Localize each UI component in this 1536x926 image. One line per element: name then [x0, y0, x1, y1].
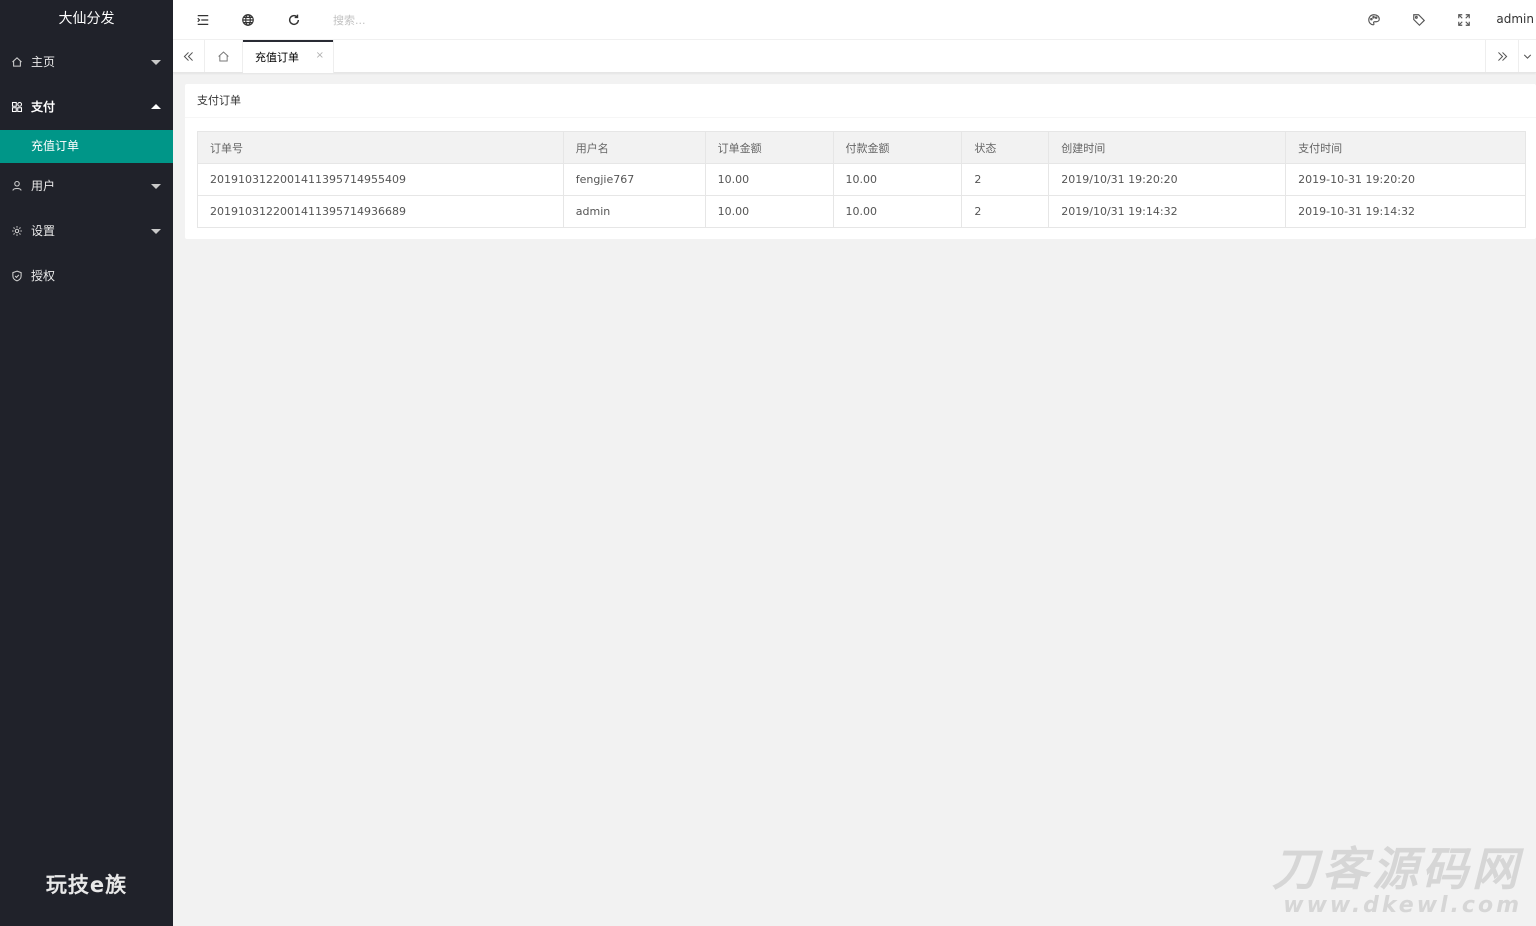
card-title: 支付订单	[185, 84, 1536, 118]
tab-bar: 充值订单 ×	[173, 40, 1536, 73]
cell-username: admin	[562, 195, 706, 228]
cell-order-amount: 10.00	[704, 163, 834, 196]
table-header-row: 订单号 用户名 订单金额 付款金额 状态 创建时间 支付时间	[197, 131, 1526, 164]
cell-created-time: 2019/10/31 19:20:20	[1048, 163, 1287, 196]
sidebar-item-label: 主页	[31, 55, 56, 69]
table-row[interactable]: 2019103122001411395714955409 fengjie767 …	[197, 163, 1526, 196]
double-chevron-right-icon	[1497, 51, 1507, 61]
cell-paid-time: 2019-10-31 19:14:32	[1285, 195, 1526, 228]
cell-paid-amount: 10.00	[832, 163, 963, 196]
footer-brand-logo: 玩技e族	[45, 873, 128, 897]
tab-scroll-right-button[interactable]	[1485, 40, 1518, 72]
cell-paid-amount: 10.00	[832, 195, 963, 228]
app-logo[interactable]: 大仙分发	[0, 0, 173, 39]
palette-icon[interactable]	[1365, 11, 1383, 29]
cell-created-time: 2019/10/31 19:14:32	[1048, 195, 1287, 228]
user-menu[interactable]: admin	[1496, 12, 1534, 26]
sidebar: 大仙分发 主页 支付 充值订单 用户 设置 授权 玩技e族	[0, 0, 173, 926]
double-chevron-left-icon	[183, 51, 193, 61]
search-input[interactable]	[333, 10, 513, 30]
tab-label: 充值订单	[255, 50, 299, 64]
fullscreen-icon[interactable]	[1455, 11, 1473, 29]
home-icon	[10, 55, 24, 69]
column-header-paid-amount[interactable]: 付款金额	[832, 131, 963, 164]
sidebar-item-label: 支付	[31, 100, 56, 114]
orders-table: 订单号 用户名 订单金额 付款金额 状态 创建时间 支付时间 201910312…	[197, 131, 1526, 228]
gear-icon	[10, 224, 24, 238]
tab-home[interactable]	[205, 40, 243, 72]
chevron-down-icon	[151, 183, 161, 189]
table-row[interactable]: 2019103122001411395714936689 admin 10.00…	[197, 195, 1526, 228]
apps-icon	[10, 100, 24, 114]
watermark-url: www.dkewl.com	[1283, 893, 1522, 918]
watermark-title: 刀客源码网	[1272, 842, 1522, 896]
sidebar-item-payment[interactable]: 支付	[0, 84, 173, 129]
menu-collapse-icon[interactable]	[194, 11, 212, 29]
chevron-up-icon	[151, 103, 161, 109]
cell-status: 2	[961, 195, 1050, 228]
sidebar-subitem-recharge-orders[interactable]: 充值订单	[0, 130, 173, 163]
column-header-paid-time[interactable]: 支付时间	[1285, 131, 1526, 164]
cell-order-no: 2019103122001411395714936689	[197, 195, 564, 228]
chevron-down-icon	[151, 228, 161, 234]
shield-icon	[10, 269, 24, 283]
globe-icon[interactable]	[239, 11, 257, 29]
sidebar-item-label: 设置	[31, 224, 56, 238]
sidebar-item-authorization[interactable]: 授权	[0, 253, 173, 298]
cell-order-no: 2019103122001411395714955409	[197, 163, 564, 196]
tab-scroll-left-button[interactable]	[173, 40, 205, 72]
chevron-down-icon	[151, 59, 161, 65]
chevron-down-icon	[1523, 54, 1532, 59]
tab-options-button[interactable]	[1518, 40, 1536, 72]
cell-username: fengjie767	[562, 163, 706, 196]
close-icon[interactable]: ×	[316, 50, 324, 61]
refresh-icon[interactable]	[285, 11, 303, 29]
sidebar-item-settings[interactable]: 设置	[0, 208, 173, 253]
column-header-created-time[interactable]: 创建时间	[1048, 131, 1287, 164]
column-header-order-amount[interactable]: 订单金额	[704, 131, 834, 164]
sidebar-item-label: 用户	[31, 179, 56, 193]
top-header: admin	[173, 0, 1536, 40]
sidebar-item-home[interactable]: 主页	[0, 39, 173, 84]
cell-order-amount: 10.00	[704, 195, 834, 228]
cell-status: 2	[961, 163, 1050, 196]
watermark: 刀客源码网 www.dkewl.com	[1272, 844, 1522, 918]
home-icon	[218, 50, 229, 61]
user-icon	[10, 179, 24, 193]
tab-recharge-orders[interactable]: 充值订单 ×	[243, 40, 334, 73]
orders-card: 支付订单 订单号 用户名 订单金额 付款金额 状态 创建时间 支付时间 2019…	[185, 84, 1536, 239]
column-header-username[interactable]: 用户名	[562, 131, 706, 164]
column-header-order-no[interactable]: 订单号	[197, 131, 564, 164]
cell-paid-time: 2019-10-31 19:20:20	[1285, 163, 1526, 196]
sidebar-item-users[interactable]: 用户	[0, 163, 173, 208]
column-header-status[interactable]: 状态	[961, 131, 1050, 164]
sidebar-item-label: 授权	[31, 269, 56, 283]
tag-icon[interactable]	[1410, 11, 1428, 29]
